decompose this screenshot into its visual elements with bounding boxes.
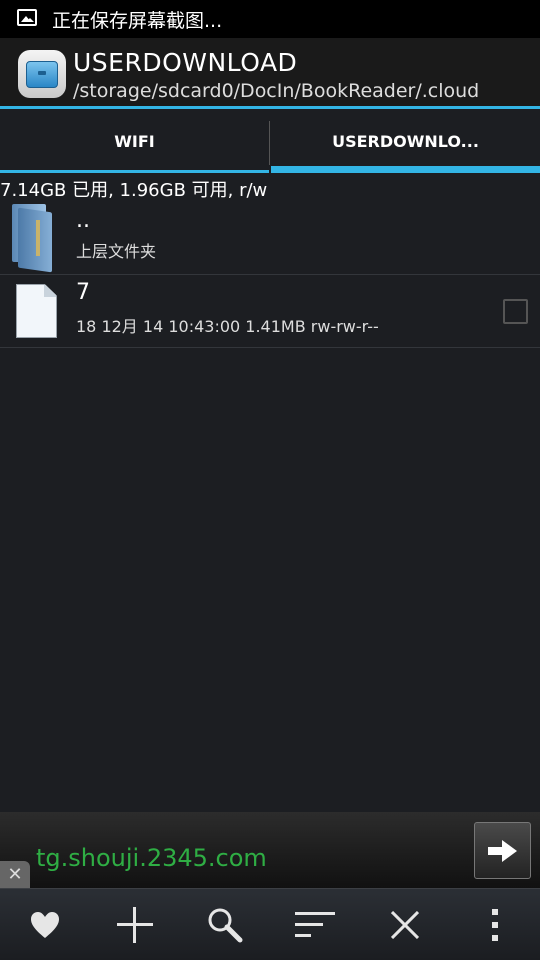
ad-banner[interactable]: tg.shouji.2345.com ✕ xyxy=(0,812,540,888)
file-name: .. xyxy=(76,208,90,233)
folder-icon xyxy=(12,204,58,273)
search-icon xyxy=(208,908,243,943)
overflow-menu-icon xyxy=(492,909,498,941)
close-button[interactable] xyxy=(360,889,450,960)
heart-icon xyxy=(31,912,59,938)
tab-userdownload[interactable]: USERDOWNLO... xyxy=(271,109,540,173)
tab-wifi[interactable]: WIFI xyxy=(0,109,269,173)
status-bar: 正在保存屏幕截图... xyxy=(0,0,540,38)
tab-underline xyxy=(0,170,269,173)
tab-label: USERDOWNLO... xyxy=(332,131,479,151)
add-button[interactable] xyxy=(90,889,180,960)
image-icon xyxy=(17,9,37,26)
arrow-right-icon xyxy=(487,839,517,862)
plus-icon xyxy=(117,907,153,943)
notification-text: 正在保存屏幕截图... xyxy=(52,10,223,32)
file-detail: 上层文件夹 xyxy=(76,242,157,261)
file-manager-icon[interactable] xyxy=(18,50,66,98)
search-button[interactable] xyxy=(180,889,270,960)
ad-close-button[interactable]: ✕ xyxy=(0,861,30,888)
sort-icon xyxy=(295,912,335,937)
close-icon xyxy=(391,911,419,939)
close-icon: ✕ xyxy=(7,864,23,885)
ad-go-button[interactable] xyxy=(474,822,531,879)
file-name: 7 xyxy=(76,280,90,305)
sort-button[interactable] xyxy=(270,889,360,960)
current-path: /storage/sdcard0/DocIn/BookReader/.cloud xyxy=(73,80,480,102)
tab-selected-indicator xyxy=(271,166,540,173)
overflow-menu-button[interactable] xyxy=(450,889,540,960)
list-item-file[interactable]: 7 18 12月 14 10:43:00 1.41MB rw-rw-r-- xyxy=(0,274,540,348)
file-checkbox[interactable] xyxy=(503,299,528,324)
favorites-button[interactable] xyxy=(0,889,90,960)
document-icon xyxy=(16,284,57,338)
tab-label: WIFI xyxy=(114,131,155,151)
page-title: USERDOWNLOAD xyxy=(73,48,298,77)
action-bar: USERDOWNLOAD /storage/sdcard0/DocIn/Book… xyxy=(0,38,540,108)
list-item-parent-folder[interactable]: .. 上层文件夹 xyxy=(0,198,540,274)
bottom-toolbar xyxy=(0,888,540,960)
file-detail: 18 12月 14 10:43:00 1.41MB rw-rw-r-- xyxy=(76,317,379,336)
ad-link[interactable]: tg.shouji.2345.com xyxy=(36,844,267,872)
tab-bar: WIFI USERDOWNLO... xyxy=(0,109,540,173)
tab-divider xyxy=(269,121,270,165)
